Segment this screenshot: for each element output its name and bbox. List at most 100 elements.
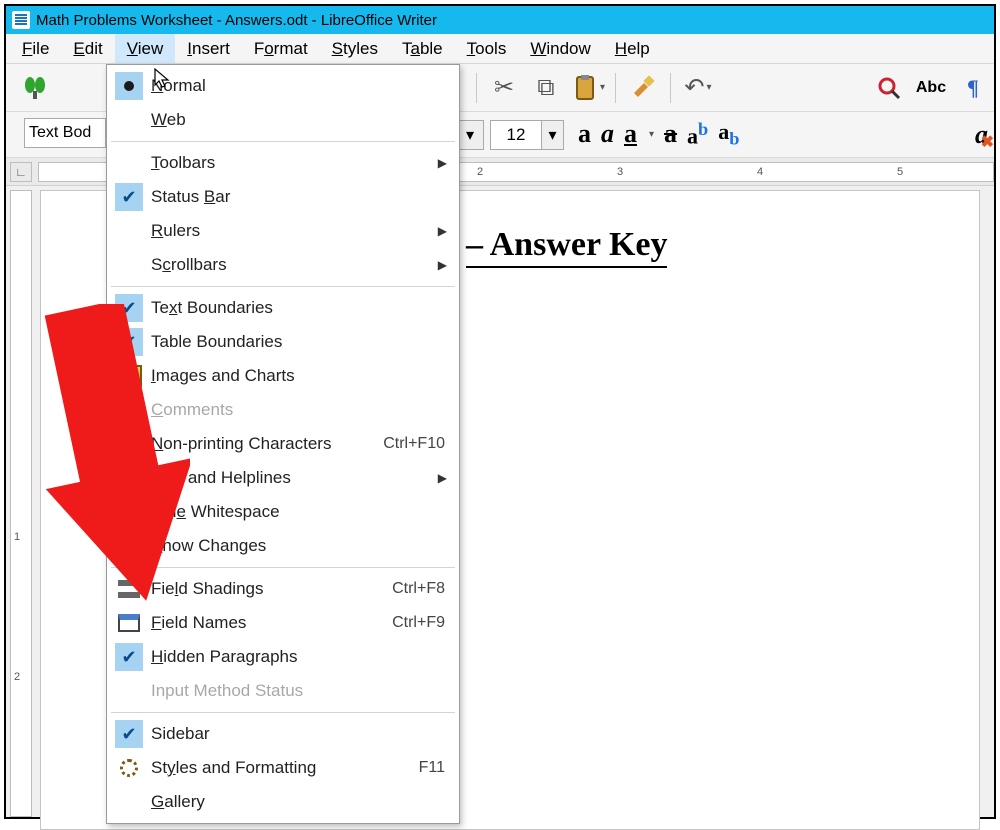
menu-separator (111, 141, 455, 142)
radio-icon (115, 72, 143, 100)
underline-button[interactable]: a (624, 119, 637, 149)
menu-item-label: Input Method Status (151, 681, 459, 701)
menu-shortcut: F11 (419, 759, 459, 777)
menu-item-field-names[interactable]: Field NamesCtrl+F9 (107, 606, 459, 640)
formatting-marks-icon[interactable]: ¶ (956, 71, 990, 105)
menu-item-grid-and-helplines[interactable]: Grid and Helplines▶ (107, 461, 459, 495)
menu-item-label: Table Boundaries (151, 332, 459, 352)
submenu-arrow-icon: ▶ (438, 224, 447, 238)
menu-item-show-changes[interactable]: Show Changes (107, 529, 459, 563)
menu-item-scrollbars[interactable]: Scrollbars▶ (107, 248, 459, 282)
paragraph-style-combo[interactable]: Text Bod (24, 118, 106, 148)
image-icon (116, 365, 142, 387)
submenu-arrow-icon: ▶ (438, 156, 447, 170)
submenu-arrow-icon: ▶ (438, 471, 447, 485)
menu-edit[interactable]: Edit (61, 34, 114, 63)
menu-shortcut: Ctrl+F8 (392, 580, 459, 598)
menu-item-label: Scrollbars (151, 255, 459, 275)
para-icon-slot: ¶ (107, 431, 151, 457)
menu-item-label: Rulers (151, 221, 459, 241)
check-icon-slot: ✔ (107, 294, 151, 322)
menu-item-hide-whitespace[interactable]: Hide Whitespace (107, 495, 459, 529)
checkmark-icon: ✔ (115, 328, 143, 356)
menu-item-label: Styles and Formatting (151, 758, 419, 778)
menu-help[interactable]: Help (603, 34, 662, 63)
menu-separator (111, 712, 455, 713)
menu-format[interactable]: Format (242, 34, 320, 63)
undo-icon[interactable]: ↶▾ (681, 71, 715, 105)
menu-item-label: Hide Whitespace (151, 502, 459, 522)
menu-item-styles-and-formatting[interactable]: Styles and FormattingF11 (107, 751, 459, 785)
font-size-combo[interactable]: 12 ▾ (490, 120, 564, 150)
vertical-ruler[interactable]: 12 (10, 190, 32, 817)
ruler-tick: 5 (897, 166, 903, 178)
menu-item-label: Text Boundaries (151, 298, 459, 318)
menu-item-text-boundaries[interactable]: ✔ Text Boundaries (107, 291, 459, 325)
menu-item-gallery[interactable]: Gallery (107, 785, 459, 819)
check-icon-slot: ✔ (107, 183, 151, 211)
cut-icon[interactable]: ✂ (487, 71, 521, 105)
superscript-button[interactable]: ab (687, 119, 708, 149)
menu-item-label: Non-printing Characters (151, 434, 383, 454)
menu-window[interactable]: Window (518, 34, 602, 63)
menu-item-label: Images and Charts (151, 366, 459, 386)
menu-item-normal[interactable]: Normal (107, 69, 459, 103)
gear-icon (120, 759, 138, 777)
menu-item-toolbars[interactable]: Toolbars▶ (107, 146, 459, 180)
ruler-tick: 4 (757, 166, 763, 178)
menu-item-field-shadings[interactable]: Field ShadingsCtrl+F8 (107, 572, 459, 606)
subscript-button[interactable]: ab (718, 119, 739, 149)
strikethrough-button[interactable]: a (664, 119, 677, 149)
checkmark-icon: ✔ (115, 720, 143, 748)
checkmark-icon: ✔ (115, 294, 143, 322)
menu-item-label: Hidden Paragraphs (151, 647, 459, 667)
menu-item-sidebar[interactable]: ✔Sidebar (107, 717, 459, 751)
paste-icon[interactable]: ▾ (571, 71, 605, 105)
menu-shortcut: Ctrl+F9 (392, 614, 459, 632)
menu-styles[interactable]: Styles (320, 34, 390, 63)
titlebar: Math Problems Worksheet - Answers.odt - … (6, 6, 994, 34)
menu-item-label: Web (151, 110, 459, 130)
document-icon (12, 11, 30, 29)
copy-icon[interactable]: ⧉ (529, 71, 563, 105)
ruler-tick: 3 (617, 166, 623, 178)
menu-insert[interactable]: Insert (175, 34, 242, 63)
clear-formatting-button[interactable]: a✖ (975, 120, 988, 150)
menu-item-input-method-status: Input Method Status (107, 674, 459, 708)
menu-table[interactable]: Table (390, 34, 455, 63)
menu-item-label: Toolbars (151, 153, 459, 173)
menu-item-table-boundaries[interactable]: ✔ Table Boundaries (107, 325, 459, 359)
menu-item-label: Normal (151, 76, 459, 96)
menu-item-comments: Comments (107, 393, 459, 427)
ruler-tick: 2 (477, 166, 483, 178)
gear-icon-slot (107, 759, 151, 777)
menu-item-status-bar[interactable]: ✔Status Bar (107, 180, 459, 214)
menu-file[interactable]: File (10, 34, 61, 63)
radio-icon-slot (107, 72, 151, 100)
check-icon-slot: ✔ (107, 328, 151, 356)
checkmark-icon: ✔ (115, 643, 143, 671)
clone-formatting-icon[interactable] (626, 71, 660, 105)
menu-item-label: Field Shadings (151, 579, 392, 599)
window-title: Math Problems Worksheet - Answers.odt - … (36, 12, 437, 29)
find-icon[interactable] (872, 71, 906, 105)
menu-item-images-and-charts[interactable]: Images and Charts (107, 359, 459, 393)
find-replace-icon[interactable] (18, 71, 52, 105)
font-name-dropdown-arrow[interactable]: ▾ (456, 120, 484, 150)
vruler-tick: 1 (14, 531, 20, 543)
menu-item-web[interactable]: Web (107, 103, 459, 137)
menu-item-non-printing-characters[interactable]: ¶Non-printing CharactersCtrl+F10 (107, 427, 459, 461)
italic-button[interactable]: a (601, 119, 614, 149)
fshade-icon-slot (107, 580, 151, 598)
font-size-value: 12 (491, 125, 541, 145)
menu-item-label: Status Bar (151, 187, 459, 207)
menu-item-rulers[interactable]: Rulers▶ (107, 214, 459, 248)
spellcheck-icon[interactable]: Abc (914, 71, 948, 105)
menu-item-label: Comments (151, 400, 459, 420)
menu-view[interactable]: View (115, 34, 176, 63)
menu-item-hidden-paragraphs[interactable]: ✔ Hidden Paragraphs (107, 640, 459, 674)
menu-item-label: Grid and Helplines (151, 468, 459, 488)
bold-button[interactable]: a (578, 119, 591, 149)
menu-separator (111, 286, 455, 287)
menu-tools[interactable]: Tools (455, 34, 519, 63)
